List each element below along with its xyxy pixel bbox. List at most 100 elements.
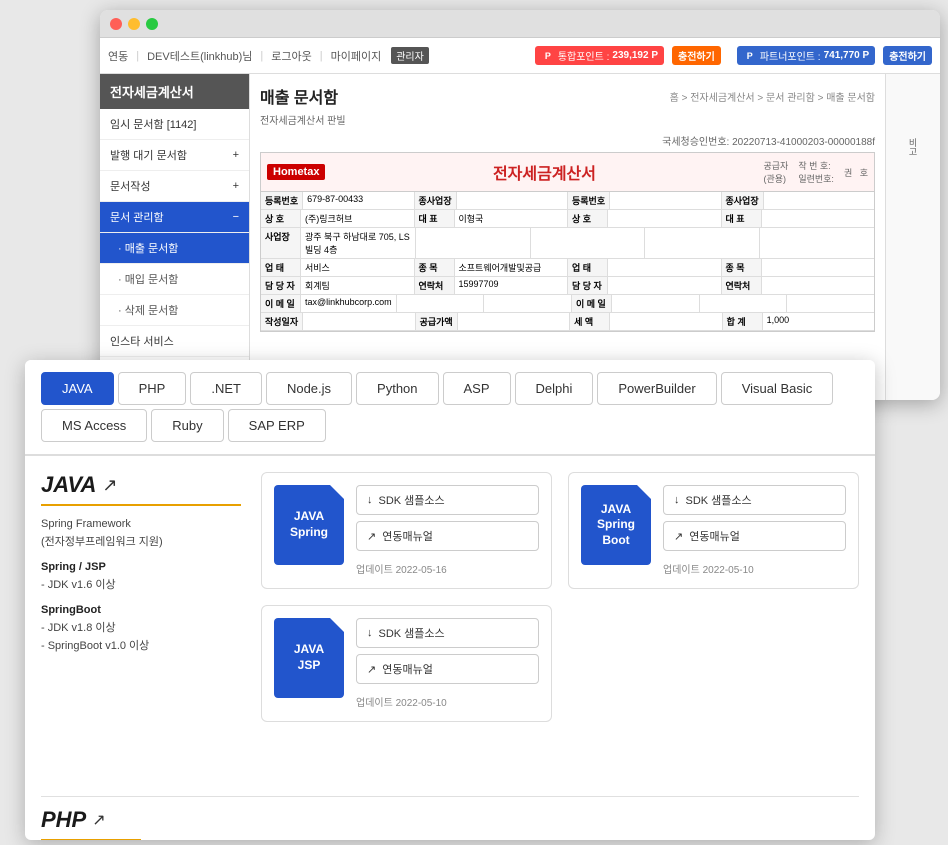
company-label-r: 상 호 — [568, 210, 608, 227]
supply-value — [458, 313, 570, 330]
invoice-serial: 작 번 호:일련번호: — [798, 159, 834, 185]
sdk-btn-springboot-source[interactable]: ↓ SDK 샘플소스 — [663, 485, 846, 515]
sdk-btn-jsp-manual[interactable]: ↗ 연동매뉴얼 — [356, 654, 539, 684]
php-logo-arrow: ↗ — [92, 810, 105, 830]
charge-button-2[interactable]: 충전하기 — [883, 46, 932, 65]
sdk-btn-spring-source[interactable]: ↓ SDK 샘플소스 — [356, 485, 539, 515]
sdk-cards: JAVASpring ↓ SDK 샘플소스 ↗ 연동매뉴얼 업데이트 2022-… — [261, 472, 859, 780]
invoice-row-6: 이 메 일 tax@linkhubcorp.com 이 메 일 — [261, 295, 874, 313]
item-label-r: 종 목 — [722, 259, 762, 276]
tab-powerbuilder[interactable]: PowerBuilder — [597, 372, 716, 405]
sdk-icon-spring: JAVASpring — [274, 485, 344, 565]
address-value4 — [645, 228, 760, 258]
tel-label: 연락처 — [415, 277, 455, 294]
item-value-r — [762, 259, 875, 276]
address-value2 — [416, 228, 531, 258]
manager-value-r — [608, 277, 722, 294]
tab-vb[interactable]: Visual Basic — [721, 372, 834, 405]
invoice-meta-supplier: 공급자(관용) — [763, 159, 788, 185]
invoice-body: 등록번호 679-87-00433 종사업장 등록번호 종사업장 상 호 (주)… — [261, 192, 874, 331]
tel-value-r — [762, 277, 875, 294]
id-number: 국세청승인번호: 20220713-41000203-00000188f — [260, 133, 875, 148]
minimize-button[interactable] — [128, 18, 140, 30]
sdk-java-section: JAVA ↗ Spring Framework (전자정부프레임워크 지원) S… — [25, 456, 875, 796]
email-empty2 — [484, 295, 572, 312]
content-area: 매출 문서함 홈 > 전자세금계산서 > 문서 관리함 > 매출 문서함 전자세… — [250, 74, 885, 400]
tab-java[interactable]: JAVA — [41, 372, 114, 405]
rep-label-r: 대 표 — [722, 210, 762, 227]
main-layout: 전자세금계산서 임시 문서함 [1142] 발행 대기 문서함 + 문서작성 +… — [100, 74, 940, 400]
sidebar-item-waiting[interactable]: 발행 대기 문서함 + — [100, 140, 249, 171]
sidebar-item-sales[interactable]: · 매출 문서함 — [100, 233, 249, 264]
sidebar-item-deleted[interactable]: · 삭제 문서함 — [100, 295, 249, 326]
invoice-document: Hometax 전자세금계산서 공급자(관용) 작 번 호:일련번호: 권 호 … — [260, 152, 875, 332]
points-badge[interactable]: P 통합포인트 : 239,192 P — [535, 46, 664, 65]
supply-label: 공급가액 — [416, 313, 458, 330]
sdk-actions-spring: ↓ SDK 샘플소스 ↗ 연동매뉴얼 업데이트 2022-05-16 — [356, 485, 539, 576]
close-button[interactable] — [110, 18, 122, 30]
sidebar-label-purchase: · 매입 문서함 — [118, 271, 178, 287]
sidebar-label-create: 문서작성 — [110, 178, 150, 194]
sidebar-icon-waiting: + — [233, 149, 239, 161]
tab-delphi[interactable]: Delphi — [515, 372, 594, 405]
section-divider — [41, 796, 859, 797]
desc-section1-item1: - JDK v1.6 이상 — [41, 577, 241, 595]
invoice-row-1: 등록번호 679-87-00433 종사업장 등록번호 종사업장 — [261, 192, 874, 210]
tel-value: 15997709 — [455, 277, 569, 294]
sdk-icon-jsp-text: JAVAJSP — [294, 642, 324, 673]
tab-python[interactable]: Python — [356, 372, 438, 405]
sdk-icon-springboot-text: JAVASpringBoot — [597, 502, 635, 549]
desc-section1: Spring / JSP — [41, 559, 241, 577]
nav-link-user[interactable]: DEV테스트(linkhub)님 — [147, 48, 252, 64]
sidebar-icon-create: + — [233, 180, 239, 192]
partner-label: 파트너포인트 : — [760, 48, 821, 63]
java-logo-arrow: ↗ — [102, 475, 117, 496]
charge-button-1[interactable]: 충전하기 — [672, 46, 721, 65]
tax-value — [610, 313, 722, 330]
tab-ruby[interactable]: Ruby — [151, 409, 223, 442]
sdk-card-springboot: JAVASpringBoot ↓ SDK 샘플소스 ↗ 연동매뉴얼 업데이트 2… — [568, 472, 859, 589]
page-title-row: 매출 문서함 홈 > 전자세금계산서 > 문서 관리함 > 매출 문서함 — [260, 84, 875, 108]
sub-label: 전자세금계산서 판빌 — [260, 112, 875, 127]
sidebar-item-insta[interactable]: 인스타 서비스 — [100, 326, 249, 357]
invoice-title: 전자세금계산서 — [335, 160, 753, 184]
tab-nodejs[interactable]: Node.js — [266, 372, 352, 405]
sidebar-item-manage[interactable]: 문서 관리함 − — [100, 202, 249, 233]
sdk-card-spring: JAVASpring ↓ SDK 샘플소스 ↗ 연동매뉴얼 업데이트 2022-… — [261, 472, 552, 589]
breadcrumb: 홈 > 전자세금계산서 > 문서 관리함 > 매출 문서함 — [670, 89, 875, 104]
sdk-btn-spring-manual-label: 연동매뉴얼 — [382, 528, 433, 544]
email-label: 이 메 일 — [261, 295, 301, 312]
address-value3 — [531, 228, 646, 258]
top-navigation: 연동 | DEV테스트(linkhub)님 | 로그아웃 | 마이페이지 관리자… — [100, 38, 940, 74]
maximize-button[interactable] — [146, 18, 158, 30]
tab-saperp[interactable]: SAP ERP — [228, 409, 326, 442]
partner-points-badge[interactable]: P 파트너포인트 : 741,770 P — [737, 46, 875, 65]
tab-msaccess[interactable]: MS Access — [41, 409, 147, 442]
partner-value: 741,770 P — [824, 50, 870, 61]
tab-asp[interactable]: ASP — [443, 372, 511, 405]
java-logo-text: JAVA — [41, 472, 96, 498]
tab-dotnet[interactable]: .NET — [190, 372, 262, 405]
partner-icon: P — [743, 49, 757, 63]
sdk-btn-spring-manual[interactable]: ↗ 연동매뉴얼 — [356, 521, 539, 551]
sdk-btn-jsp-source[interactable]: ↓ SDK 샘플소스 — [356, 618, 539, 648]
sidebar-item-temp[interactable]: 임시 문서함 [1142] — [100, 109, 249, 140]
sidebar: 전자세금계산서 임시 문서함 [1142] 발행 대기 문서함 + 문서작성 +… — [100, 74, 250, 400]
sdk-btn-springboot-manual[interactable]: ↗ 연동매뉴얼 — [663, 521, 846, 551]
nav-link-yundo[interactable]: 연동 — [108, 48, 128, 64]
sdk-btn-jsp-source-label: SDK 샘플소스 — [379, 625, 445, 641]
tab-php[interactable]: PHP — [118, 372, 187, 405]
nav-link-mypage[interactable]: 마이페이지 — [331, 48, 382, 64]
reg-no-value-r — [610, 192, 721, 209]
date-label: 작성일자 — [261, 313, 303, 330]
address-label: 사업장 — [261, 228, 301, 258]
desc-section2: SpringBoot — [41, 602, 241, 620]
sidebar-label-insta: 인스타 서비스 — [110, 333, 174, 349]
invoice-code: 권 호 — [844, 166, 868, 179]
nav-link-logout[interactable]: 로그아웃 — [271, 48, 311, 64]
right-sidebar: 비고 — [885, 74, 940, 400]
sidebar-item-purchase[interactable]: · 매입 문서함 — [100, 264, 249, 295]
sidebar-item-create[interactable]: 문서작성 + — [100, 171, 249, 202]
java-logo-area: JAVA ↗ — [41, 472, 241, 506]
sidebar-label-temp: 임시 문서함 [1142] — [110, 116, 196, 132]
